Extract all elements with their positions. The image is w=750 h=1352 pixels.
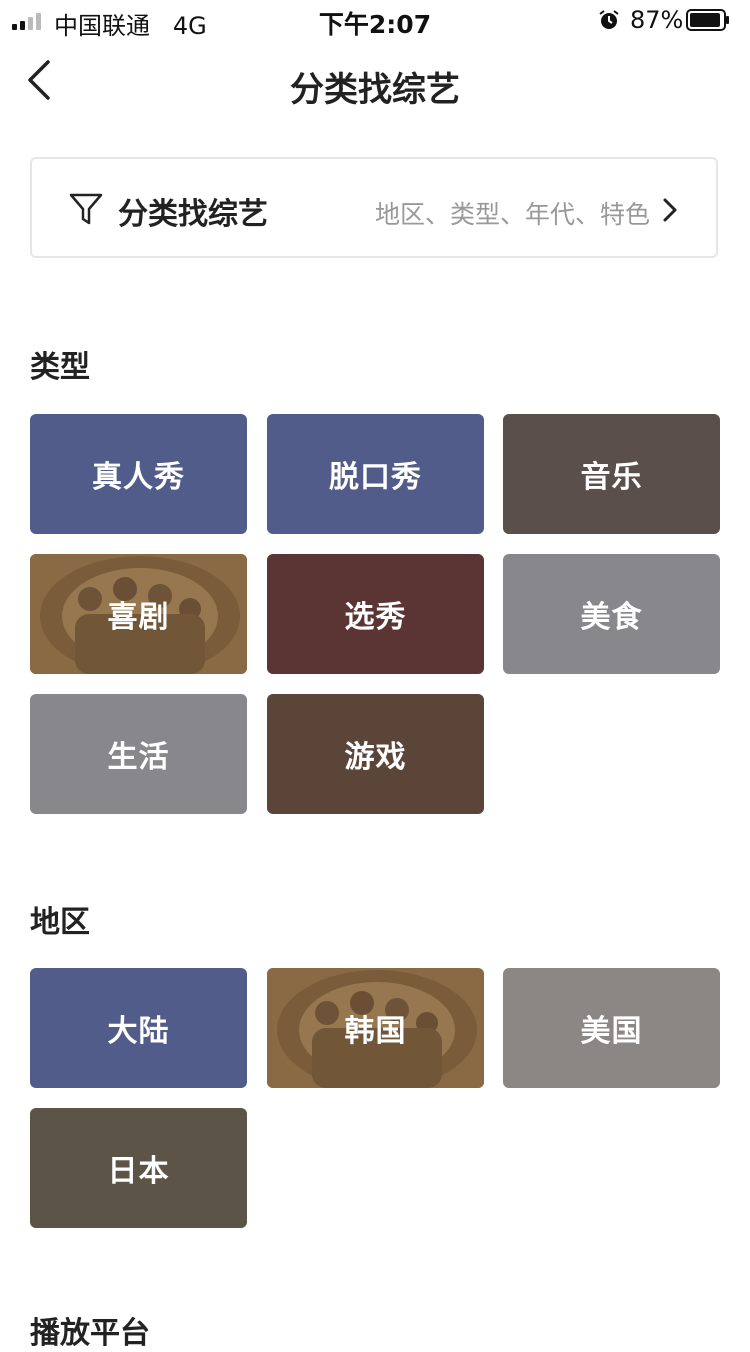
tile-label: 音乐 xyxy=(580,460,643,495)
tile-label: 生活 xyxy=(107,740,170,775)
tile-label: 日本 xyxy=(107,1154,170,1189)
category-tile-comedy[interactable]: 喜剧 xyxy=(30,554,247,674)
category-tile-reality[interactable]: 真人秀 xyxy=(30,414,247,534)
chevron-right-icon xyxy=(663,198,677,222)
tile-label: 选秀 xyxy=(344,600,407,635)
region-tile-japan[interactable]: 日本 xyxy=(30,1108,247,1228)
region-tile-korea[interactable]: 韩国 xyxy=(267,968,484,1088)
status-bar: 中国联通 4G 下午2:07 87% xyxy=(0,0,750,40)
filter-card[interactable]: 分类找综艺 地区、类型、年代、特色 xyxy=(30,157,718,258)
page-title: 分类找综艺 xyxy=(290,70,460,110)
category-tile-life[interactable]: 生活 xyxy=(30,694,247,814)
battery-icon xyxy=(686,9,729,31)
filter-funnel-icon xyxy=(69,193,103,225)
filter-title: 分类找综艺 xyxy=(118,197,268,232)
filter-hint: 地区、类型、年代、特色 xyxy=(374,200,650,229)
category-tile-music[interactable]: 音乐 xyxy=(503,414,720,534)
tile-label: 游戏 xyxy=(344,740,407,775)
alarm-icon xyxy=(599,10,619,29)
section-title-type: 类型 xyxy=(30,350,90,385)
tile-label: 喜剧 xyxy=(107,600,170,635)
tile-label: 真人秀 xyxy=(92,460,185,495)
category-tile-food[interactable]: 美食 xyxy=(503,554,720,674)
tile-label: 大陆 xyxy=(107,1014,170,1049)
region-tile-usa[interactable]: 美国 xyxy=(503,968,720,1088)
tile-label: 美食 xyxy=(580,600,643,635)
category-tile-talent[interactable]: 选秀 xyxy=(267,554,484,674)
tile-label: 脱口秀 xyxy=(329,460,422,495)
section-title-region: 地区 xyxy=(30,905,90,940)
category-tile-game[interactable]: 游戏 xyxy=(267,694,484,814)
region-tile-mainland[interactable]: 大陆 xyxy=(30,968,247,1088)
section-title-platform: 播放平台 xyxy=(30,1316,150,1351)
category-tile-talkshow[interactable]: 脱口秀 xyxy=(267,414,484,534)
navigation-bar: 分类找综艺 xyxy=(0,40,750,128)
tile-label: 美国 xyxy=(580,1014,643,1049)
battery-percent: 87% xyxy=(630,6,684,34)
tile-label: 韩国 xyxy=(344,1014,407,1049)
